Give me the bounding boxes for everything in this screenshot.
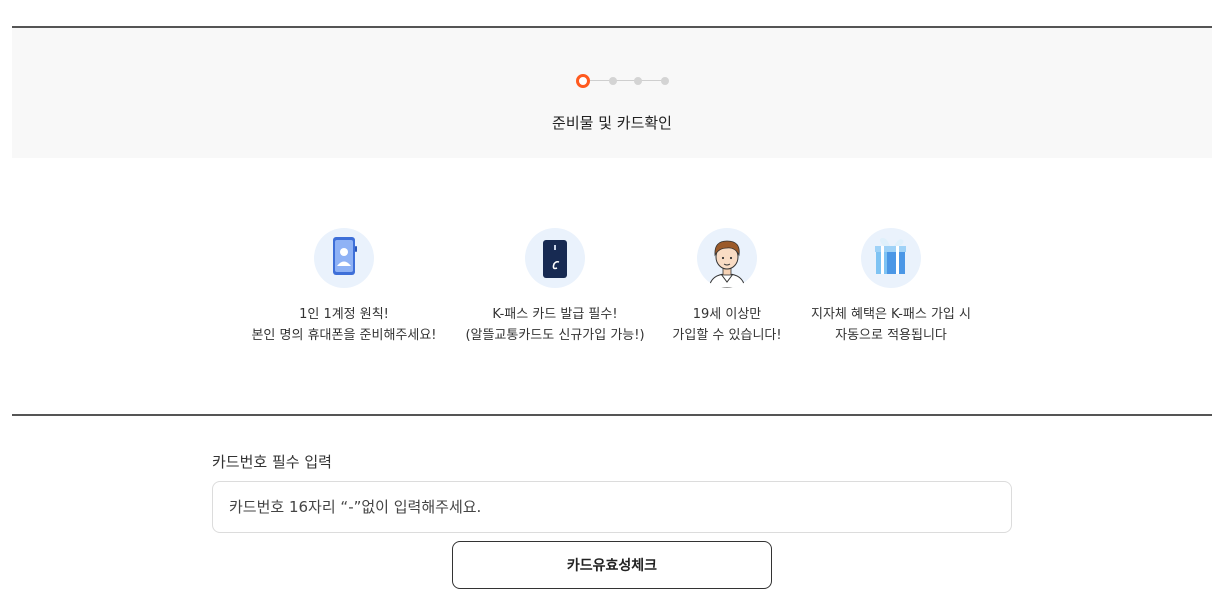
smartphone-icon [314, 228, 374, 288]
step-dot-1-active [576, 74, 590, 88]
step-indicator [576, 74, 672, 88]
requirement-phone-line2: 본인 명의 휴대폰을 준비해주세요! [251, 328, 437, 343]
card-number-input[interactable] [212, 481, 1012, 533]
transit-card-icon [525, 228, 585, 288]
step-connector-line [586, 80, 666, 81]
requirement-benefit-line1: 지자체 혜택은 K-패스 가입 시 [811, 307, 971, 322]
step-progress-panel: 준비물 및 카드확인 [12, 28, 1212, 158]
step-dot-4 [661, 77, 669, 85]
gift-box-icon [861, 228, 921, 288]
requirements-list: 1인 1계정 원칙! 본인 명의 휴대폰을 준비해주세요! K-패스 카드 발급… [0, 228, 1225, 358]
step-title: 준비물 및 카드확인 [552, 114, 672, 132]
person-avatar-icon [697, 228, 757, 288]
requirement-benefit-line2: 자동으로 적용됩니다 [835, 328, 947, 343]
step-dot-3 [634, 77, 642, 85]
requirement-phone: 1인 1계정 원칙! 본인 명의 휴대폰을 준비해주세요! [224, 228, 464, 346]
requirement-phone-line1: 1인 1계정 원칙! [299, 307, 389, 322]
card-number-label: 카드번호 필수 입력 [212, 453, 332, 471]
requirement-local-benefit: 지자체 혜택은 K-패스 가입 시 자동으로 적용됩니다 [771, 228, 1011, 346]
step-dot-2 [609, 77, 617, 85]
form-divider [12, 414, 1212, 416]
card-validity-check-button[interactable]: 카드유효성체크 [452, 541, 772, 589]
